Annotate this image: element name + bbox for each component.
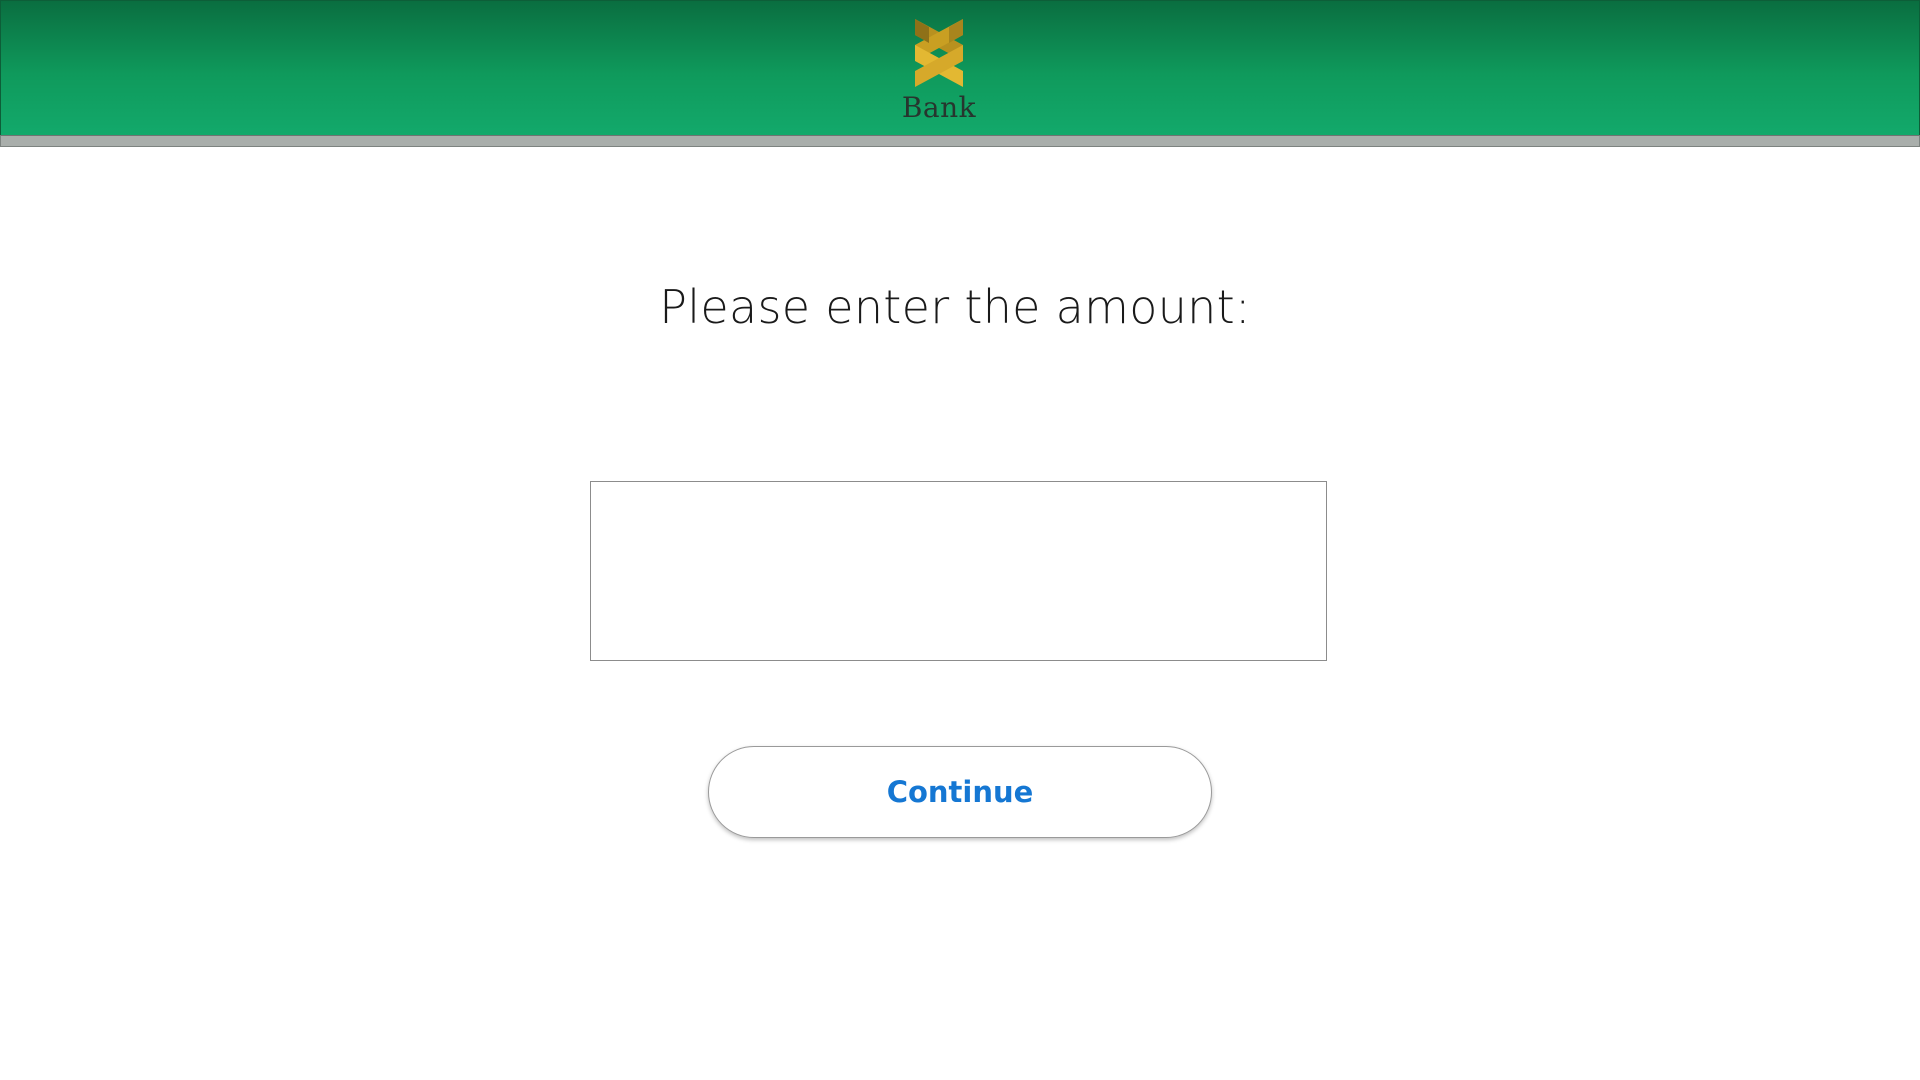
bank-logo-text: Bank — [901, 91, 977, 124]
bank-ribbon-logo-icon — [915, 19, 963, 87]
header: Bank — [0, 0, 1920, 135]
header-divider-bar — [0, 135, 1920, 147]
bank-logo: Bank — [899, 13, 979, 125]
amount-input[interactable] — [590, 481, 1327, 661]
continue-button[interactable]: Continue — [708, 746, 1212, 838]
amount-prompt: Please enter the amount: — [659, 280, 1251, 334]
